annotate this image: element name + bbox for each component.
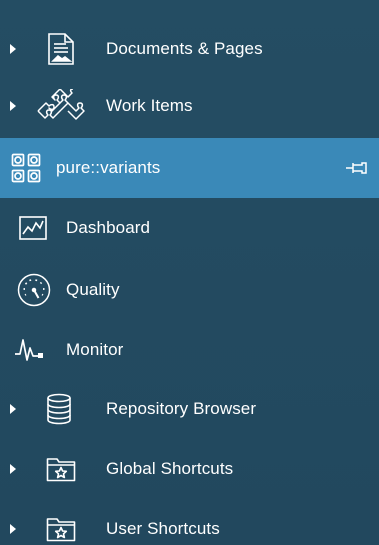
pin-icon[interactable]	[345, 160, 367, 176]
variants-grid-icon	[11, 153, 41, 183]
sidebar-item-documents-pages[interactable]: Documents & Pages	[0, 19, 379, 79]
sidebar-item-label: Quality	[66, 280, 120, 299]
expand-arrow-icon[interactable]	[10, 404, 16, 414]
expand-arrow-icon[interactable]	[10, 524, 16, 534]
sidebar-item-label: Dashboard	[66, 218, 151, 237]
sidebar-item-label: Repository Browser	[106, 399, 257, 418]
database-icon	[46, 393, 72, 425]
heartbeat-monitor-icon	[14, 336, 52, 364]
sidebar-item-user-shortcuts[interactable]: User Shortcuts	[0, 499, 379, 545]
star-folder-icon	[46, 456, 76, 482]
sidebar-item-work-items[interactable]: Work Items	[0, 76, 379, 136]
sidebar-item-quality[interactable]: Quality	[0, 260, 379, 320]
sidebar-item-repository-browser[interactable]: Repository Browser	[0, 379, 379, 439]
sidebar-item-global-shortcuts[interactable]: Global Shortcuts	[0, 439, 379, 499]
sidebar-item-label: Monitor	[66, 340, 124, 359]
dashboard-chart-icon	[19, 216, 47, 240]
star-folder-icon	[46, 516, 76, 542]
sidebar-item-dashboard[interactable]: Dashboard	[0, 198, 379, 258]
expand-arrow-icon[interactable]	[10, 464, 16, 474]
expand-arrow-icon[interactable]	[10, 101, 16, 111]
document-pages-icon	[46, 32, 76, 66]
navigation-sidebar: Documents & Pages Work Items pure::varia…	[0, 0, 379, 545]
gauge-icon	[17, 273, 51, 307]
sidebar-item-label: Work Items	[106, 96, 193, 115]
puzzle-icon	[34, 89, 90, 123]
sidebar-item-label: Global Shortcuts	[106, 459, 234, 478]
sidebar-item-monitor[interactable]: Monitor	[0, 320, 379, 380]
expand-arrow-icon[interactable]	[10, 44, 16, 54]
sidebar-item-label: Documents & Pages	[106, 39, 263, 58]
sidebar-item-label: User Shortcuts	[106, 519, 220, 538]
sidebar-item-label: pure::variants	[56, 158, 161, 177]
sidebar-item-pure-variants[interactable]: pure::variants	[0, 138, 379, 198]
